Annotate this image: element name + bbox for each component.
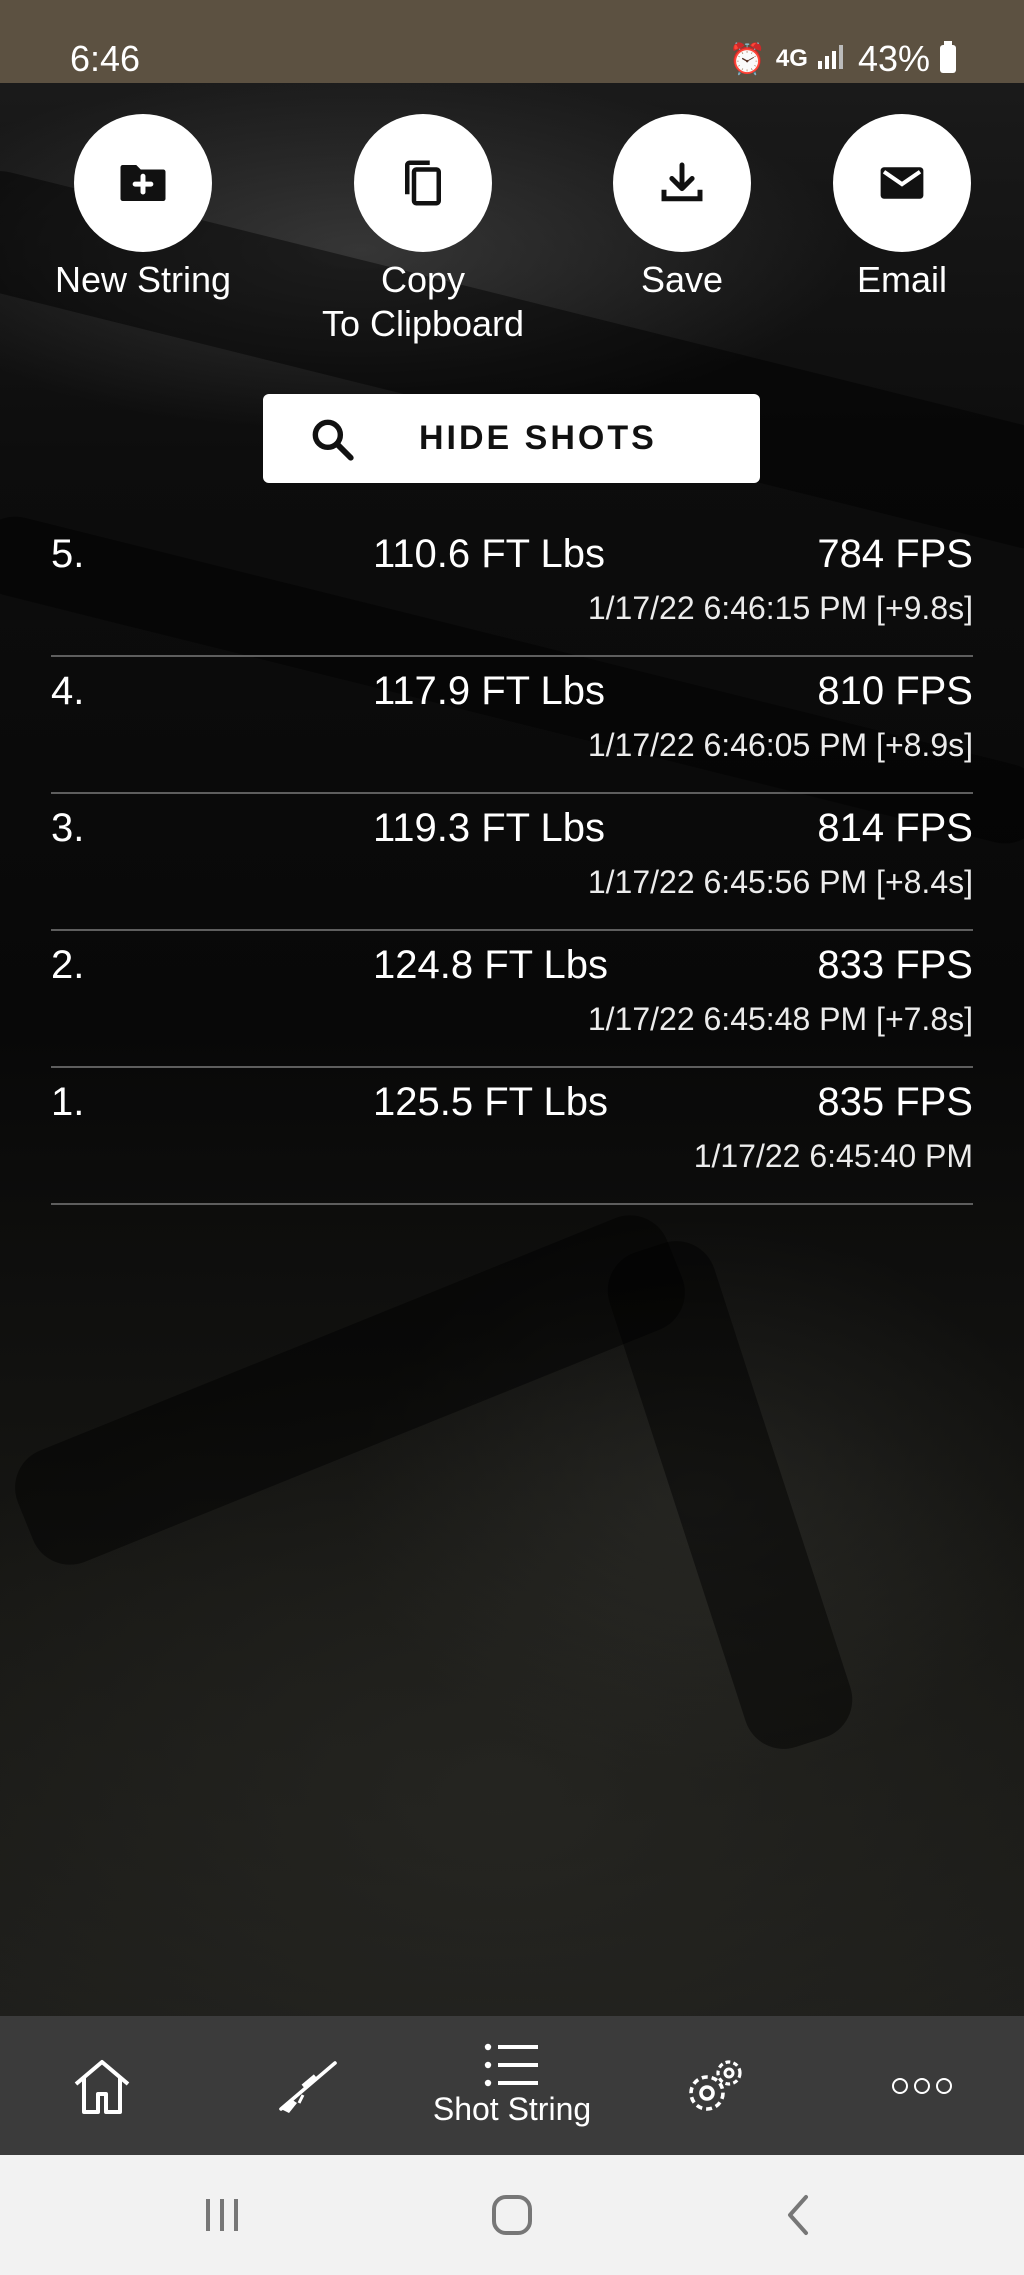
hide-shots-button[interactable]: HIDE SHOTS	[263, 394, 760, 483]
copy-icon	[405, 160, 441, 206]
shot-timestamp: 1/17/22 6:46:05 PM [+8.9s]	[587, 727, 973, 763]
download-icon	[661, 162, 703, 202]
nav-settings[interactable]	[666, 2016, 766, 2155]
recents-button[interactable]	[200, 2185, 244, 2245]
copy-circle[interactable]	[354, 114, 492, 252]
save-circle[interactable]	[613, 114, 751, 252]
shot-number: 4.	[51, 669, 85, 713]
save-label: Save	[640, 259, 724, 300]
back-icon	[788, 2195, 808, 2235]
folder-add-icon	[120, 165, 166, 201]
shot-fps: 810 FPS	[817, 669, 973, 713]
signal-icon	[817, 41, 848, 77]
nav-shot-string-label: Shot String	[432, 2091, 592, 2127]
new-string-label: New String	[54, 259, 232, 300]
hide-shots-label: HIDE SHOTS	[419, 419, 657, 457]
background-bipod-shape	[597, 1230, 863, 1760]
nav-more[interactable]	[872, 2016, 972, 2155]
shot-number: 1.	[51, 1080, 85, 1124]
home-icon	[74, 2059, 130, 2114]
shot-row[interactable]: 4. 117.9 FT Lbs 810 FPS 1/17/22 6:46:05 …	[51, 657, 973, 794]
shot-row[interactable]: 2. 124.8 FT Lbs 833 FPS 1/17/22 6:45:48 …	[51, 931, 973, 1068]
shot-fps: 833 FPS	[817, 943, 973, 987]
battery-icon	[940, 41, 956, 73]
shot-energy: 117.9 FT Lbs	[373, 669, 605, 713]
search-icon	[312, 419, 354, 461]
nav-shot-string[interactable]: Shot String	[412, 2016, 612, 2155]
rifle-icon	[279, 2060, 337, 2113]
status-bar: 6:46 ⏰ 4G 43%	[0, 0, 1024, 83]
shot-row[interactable]: 1. 125.5 FT Lbs 835 FPS 1/17/22 6:45:40 …	[51, 1068, 973, 1205]
shot-number: 5.	[51, 532, 85, 576]
shot-energy: 110.6 FT Lbs	[373, 532, 605, 576]
nav-rifle[interactable]	[258, 2016, 358, 2155]
new-string-button[interactable]: New String	[23, 114, 263, 302]
shot-timestamp: 1/17/22 6:46:15 PM [+9.8s]	[587, 590, 973, 626]
home-circle-icon	[492, 2195, 532, 2235]
gear-icon	[689, 2059, 742, 2111]
shot-fps: 835 FPS	[817, 1080, 973, 1124]
shot-timestamp: 1/17/22 6:45:40 PM	[693, 1138, 973, 1174]
status-time: 6:46	[70, 38, 141, 79]
shot-energy: 119.3 FT Lbs	[373, 806, 605, 850]
copy-to-clipboard-button[interactable]: Copy To Clipboard	[303, 114, 543, 346]
app-screen: 6:46 ⏰ 4G 43% New String Copy To Clipboa…	[0, 0, 1024, 2275]
system-nav-bar	[0, 2155, 1024, 2275]
status-icons: ⏰ 4G 43%	[729, 38, 956, 80]
system-home-button[interactable]	[488, 2185, 536, 2245]
network-icon: 4G	[775, 45, 808, 72]
battery-percent: 43%	[857, 38, 930, 79]
shot-energy: 125.5 FT Lbs	[373, 1080, 608, 1124]
nav-home[interactable]	[52, 2016, 152, 2155]
bottom-nav: Shot String	[0, 2016, 1024, 2155]
copy-label: Copy To Clipboard	[321, 259, 525, 344]
back-button[interactable]	[778, 2185, 818, 2245]
save-button[interactable]: Save	[562, 114, 802, 302]
alarm-icon: ⏰	[728, 42, 766, 76]
shot-row[interactable]: 5. 110.6 FT Lbs 784 FPS 1/17/22 6:46:15 …	[51, 520, 973, 657]
recents-icon	[206, 2199, 238, 2231]
email-button[interactable]: Email	[782, 114, 1022, 302]
shot-fps: 784 FPS	[817, 532, 973, 576]
shot-timestamp: 1/17/22 6:45:56 PM [+8.4s]	[587, 864, 973, 900]
shot-energy: 124.8 FT Lbs	[373, 943, 608, 987]
shot-number: 3.	[51, 806, 85, 850]
background-bipod-shape	[3, 1203, 697, 1577]
email-circle[interactable]	[833, 114, 971, 252]
shot-timestamp: 1/17/22 6:45:48 PM [+7.8s]	[587, 1001, 973, 1037]
shot-row[interactable]: 3. 119.3 FT Lbs 814 FPS 1/17/22 6:45:56 …	[51, 794, 973, 931]
mail-icon	[880, 167, 924, 199]
shot-fps: 814 FPS	[817, 806, 973, 850]
shot-number: 2.	[51, 943, 85, 987]
list-icon	[484, 2043, 538, 2087]
new-string-circle[interactable]	[74, 114, 212, 252]
shot-list: 5. 110.6 FT Lbs 784 FPS 1/17/22 6:46:15 …	[51, 520, 973, 1205]
email-label: Email	[856, 259, 948, 300]
more-icon	[892, 2077, 952, 2094]
